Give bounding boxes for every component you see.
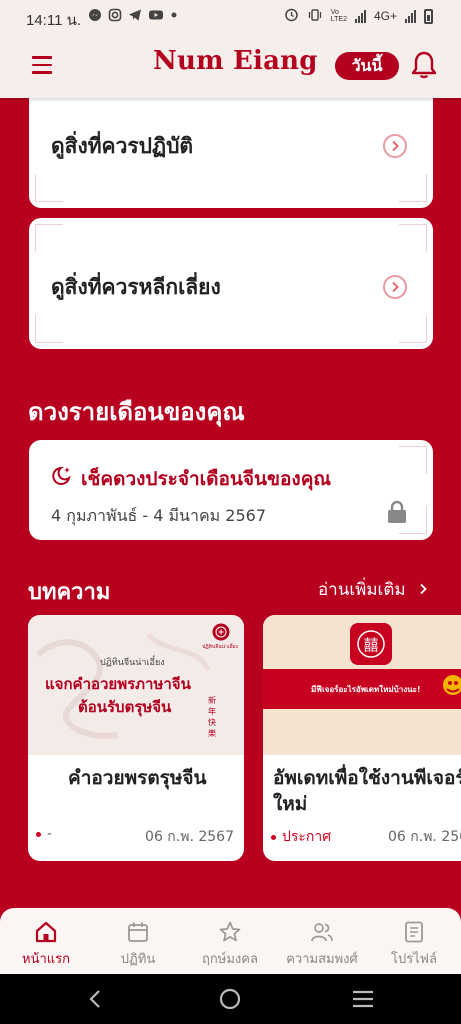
monthly-date-range: 4 กุมภาพันธ์ - 4 มีนาคม 2567 bbox=[51, 506, 267, 525]
youtube-icon bbox=[148, 8, 164, 26]
home-icon bbox=[34, 920, 58, 944]
status-time: 14:11 น. bbox=[26, 12, 82, 29]
signal-icon bbox=[354, 9, 366, 23]
thumb-subtitle: ปฏิทินจีนน่าเอี๋ยง bbox=[100, 658, 165, 668]
nav-calendar-label: ปฏิทิน bbox=[120, 952, 156, 967]
nav-profile-label: โปรไฟล์ bbox=[391, 952, 437, 967]
messenger-icon bbox=[88, 8, 102, 26]
article-category-1: - bbox=[36, 826, 52, 842]
nav-compatibility[interactable]: ความสมพงศ์ bbox=[276, 908, 368, 974]
notification-icons bbox=[88, 8, 178, 26]
today-button[interactable]: วันนี้ bbox=[335, 52, 399, 80]
more-dot-icon bbox=[170, 8, 178, 26]
hamburger-menu-icon[interactable] bbox=[32, 56, 52, 74]
system-navigation-bar bbox=[0, 974, 461, 1024]
alarm-icon bbox=[284, 7, 299, 25]
article-date-2: 06 ก.พ. 2567 bbox=[388, 829, 461, 845]
article-category-2: ประกาศ bbox=[271, 826, 331, 848]
article-card-2[interactable]: 囍 มีฟีเจอร์อะไรอัพเดทใหม่บ้างนะ! อัพเดทเ… bbox=[263, 615, 461, 861]
read-more-label: อ่านเพิ่มเติม bbox=[317, 580, 406, 600]
nav-home[interactable]: หน้าแรก bbox=[0, 908, 92, 974]
app-title: Num Eiang bbox=[153, 46, 318, 76]
star-icon bbox=[218, 920, 242, 944]
nav-home-label: หน้าแรก bbox=[22, 952, 70, 967]
monthly-section-title: ดวงรายเดือนของคุณ bbox=[28, 398, 245, 426]
chevron-right-icon[interactable] bbox=[383, 275, 407, 299]
notification-bell-icon[interactable] bbox=[410, 50, 438, 80]
thumb-banner-text: มีฟีเจอร์อะไรอัพเดทใหม่บ้างนะ! bbox=[311, 685, 421, 694]
thumb-headline-2: ต้อนรับตรุษจีน bbox=[78, 698, 172, 716]
signal-icon-2 bbox=[405, 9, 416, 23]
avoid-card-title: ดูสิ่งที่ควรหลีกเลี่ยง bbox=[51, 275, 221, 299]
do-card[interactable]: ดูสิ่งที่ควรปฏิบัติ bbox=[29, 86, 433, 208]
logo-caption: ปฏิทินจีนน่าเอี๋ยง bbox=[202, 644, 238, 650]
article-thumbnail-1: ปฏิทินจีนน่าเอี๋ยง ปฏิทินจีนน่าเอี๋ยง แจ… bbox=[28, 615, 244, 755]
nav-profile[interactable]: โปรไฟล์ bbox=[368, 908, 460, 974]
article-title-2: อัพเดทเพื่อใช้งานพีเจอร์ใหม่ bbox=[273, 767, 461, 815]
articles-section-title: บทความ bbox=[28, 580, 111, 605]
system-icons: Vo LTE2 4G+ bbox=[284, 7, 433, 25]
avoid-card[interactable]: ดูสิ่งที่ควรหลีกเลี่ยง bbox=[29, 218, 433, 349]
telegram-icon bbox=[128, 8, 142, 26]
battery-icon bbox=[424, 8, 433, 24]
article-card-1[interactable]: ปฏิทินจีนน่าเอี๋ยง ปฏิทินจีนน่าเอี๋ยง แจ… bbox=[28, 615, 244, 861]
instagram-icon bbox=[108, 8, 122, 26]
nav-auspicious-label: ฤกษ์มงคล bbox=[202, 952, 258, 967]
app-header: Num Eiang วันนี้ bbox=[0, 34, 461, 98]
nav-compatibility-label: ความสมพงศ์ bbox=[286, 952, 358, 967]
chevron-right-icon[interactable] bbox=[383, 134, 407, 158]
article-thumbnail-2: 囍 มีฟีเจอร์อะไรอัพเดทใหม่บ้างนะ! bbox=[263, 615, 461, 755]
lion-icon bbox=[441, 671, 461, 709]
volte-icon: Vo LTE2 bbox=[330, 9, 347, 23]
lock-icon bbox=[387, 500, 407, 528]
monthly-card-title: เช็คดวงประจำเดือนจีนของคุณ bbox=[81, 468, 332, 490]
logo-icon bbox=[212, 623, 230, 645]
moon-star-icon bbox=[51, 464, 73, 490]
thumb-vertical-text: 新年快樂 bbox=[208, 696, 216, 738]
back-icon[interactable] bbox=[88, 989, 102, 1013]
people-icon bbox=[310, 920, 334, 944]
profile-icon bbox=[402, 920, 426, 944]
calendar-icon bbox=[126, 920, 150, 944]
bottom-navigation: หน้าแรก ปฏิทิน ฤกษ์มงคล ความสมพงศ์ โปรไฟ… bbox=[0, 908, 461, 974]
nav-auspicious[interactable]: ฤกษ์มงคล bbox=[184, 908, 276, 974]
monthly-card[interactable]: เช็คดวงประจำเดือนจีนของคุณ 4 กุมภาพันธ์ … bbox=[29, 440, 433, 540]
nav-calendar[interactable]: ปฏิทิน bbox=[92, 908, 184, 974]
do-card-title: ดูสิ่งที่ควรปฏิบัติ bbox=[51, 134, 194, 158]
svg-text:囍: 囍 bbox=[363, 636, 378, 654]
vibrate-icon bbox=[307, 8, 323, 25]
article-date-1: 06 ก.พ. 2567 bbox=[145, 829, 234, 845]
home-circle-icon[interactable] bbox=[219, 988, 241, 1014]
chevron-right-icon bbox=[419, 580, 427, 600]
recent-apps-icon[interactable] bbox=[352, 990, 374, 1012]
thumb-headline-1: แจกคำอวยพรภาษาจีน bbox=[45, 675, 191, 693]
status-bar: 14:11 น. Vo LTE2 4G+ bbox=[0, 0, 461, 34]
app-logo-icon: 囍 bbox=[350, 623, 392, 669]
article-title-1: คำอวยพรตรุษจีน bbox=[68, 767, 207, 789]
read-more-link[interactable]: อ่านเพิ่มเติม bbox=[318, 576, 427, 603]
network-type: 4G+ bbox=[373, 9, 397, 23]
